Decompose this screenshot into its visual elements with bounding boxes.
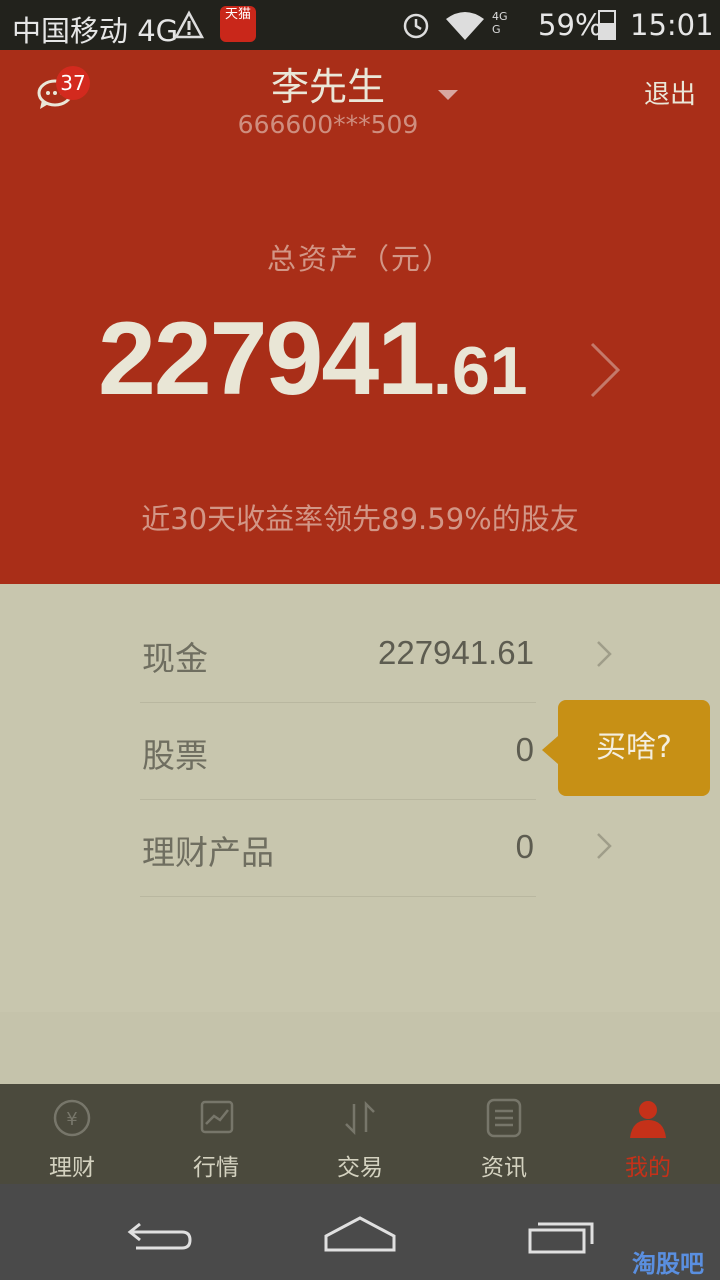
- total-assets-label: 总资产（元）: [266, 242, 453, 276]
- clock: 15:01: [630, 8, 714, 42]
- holding-value: 0: [515, 731, 534, 768]
- holding-label: 股票: [142, 736, 208, 775]
- holding-row-stocks[interactable]: 股票 0: [140, 703, 536, 800]
- tab-trade[interactable]: 交易: [288, 1084, 432, 1184]
- tab-wealth[interactable]: ¥ 理财: [0, 1084, 144, 1184]
- back-icon[interactable]: [126, 1218, 194, 1252]
- chevron-right-icon[interactable]: [588, 340, 622, 400]
- total-assets-value[interactable]: 227941.61: [98, 300, 528, 419]
- tab-label: 我的: [625, 1155, 671, 1181]
- yuan-circle-icon: ¥: [53, 1099, 91, 1137]
- chart-icon: [200, 1100, 234, 1134]
- recent-apps-icon[interactable]: [528, 1216, 598, 1254]
- wifi-icon: [446, 12, 484, 40]
- holding-value: 227941.61: [378, 634, 534, 671]
- account-number: 666600***509: [237, 110, 419, 139]
- warning-icon: [174, 10, 204, 39]
- message-count-badge: 37: [56, 66, 90, 100]
- battery-percent: 59%: [538, 8, 603, 42]
- logout-button[interactable]: 退出: [620, 74, 710, 111]
- holding-row-wealth-products[interactable]: 理财产品 0: [140, 800, 536, 897]
- tab-label: 资讯: [481, 1155, 527, 1181]
- total-assets-decimal: .61: [433, 333, 528, 409]
- chevron-right-icon[interactable]: [596, 640, 612, 668]
- return-ranking-text: 近30天收益率领先89.59%的股友: [141, 502, 579, 536]
- tab-label: 行情: [193, 1155, 239, 1181]
- holding-label: 理财产品: [142, 833, 274, 872]
- tab-label: 交易: [337, 1155, 383, 1181]
- tab-news[interactable]: 资讯: [432, 1084, 576, 1184]
- what-to-buy-tooltip[interactable]: 买啥?: [558, 700, 710, 796]
- alarm-icon: [403, 13, 429, 39]
- signal-bottom-label: G: [492, 23, 501, 36]
- trade-arrows-icon: [345, 1100, 375, 1136]
- content-band: [0, 1012, 720, 1084]
- user-name[interactable]: 李先生: [200, 56, 456, 111]
- tab-label: 理财: [49, 1155, 95, 1181]
- battery-icon: [598, 10, 616, 40]
- chevron-right-icon[interactable]: [596, 832, 612, 860]
- holding-label: 现金: [142, 639, 208, 678]
- status-bar: 中国移动 4G 天猫 4G G 59% 15:01: [0, 0, 720, 50]
- svg-text:¥: ¥: [66, 1109, 77, 1130]
- holding-value: 0: [515, 828, 534, 865]
- tab-mine[interactable]: 我的: [576, 1084, 720, 1184]
- carrier-label: 中国移动 4G: [12, 14, 179, 48]
- tooltip-arrow: [542, 736, 558, 764]
- signal-top-label: 4G: [492, 10, 508, 23]
- tmall-app-icon: 天猫: [220, 6, 256, 42]
- watermark-logo: 淘股吧: [632, 1250, 704, 1278]
- holding-row-cash[interactable]: 现金 227941.61: [140, 606, 536, 703]
- total-assets-integer: 227941: [98, 301, 435, 417]
- bottom-tab-bar: ¥ 理财 行情 交易 资讯 我的: [0, 1084, 720, 1184]
- person-icon: [630, 1101, 666, 1138]
- news-icon: [486, 1098, 522, 1138]
- tab-market[interactable]: 行情: [144, 1084, 288, 1184]
- signal-indicator: 4G G: [492, 10, 508, 36]
- home-icon[interactable]: [324, 1214, 396, 1254]
- caret-down-icon[interactable]: [438, 90, 458, 100]
- system-nav-bar: [0, 1184, 720, 1280]
- holdings-list: 现金 227941.61 股票 0 理财产品 0: [140, 606, 536, 897]
